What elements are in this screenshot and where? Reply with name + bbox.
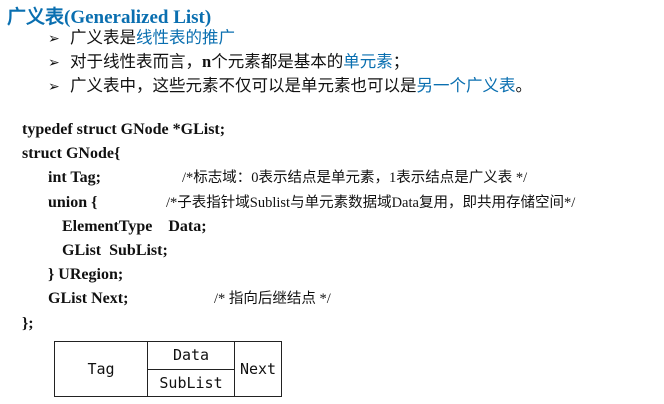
code-line: GList Next;/* 指向后继结点 */ (22, 287, 331, 311)
bullet-list: ➢ 广义表是线性表的推广 ➢ 对于线性表而言，n个元素都是基本的单元素； ➢ 广义表中… (48, 26, 532, 98)
code-line: ElementType Data; (62, 217, 207, 235)
slide-title: 广义表(Generalized List) (7, 7, 212, 28)
code-line: typedef struct GNode *GList; (22, 121, 226, 138)
bullet-highlight: 另一个广义表 (416, 76, 516, 95)
arrow-bullet-icon: ➢ (48, 56, 60, 71)
code-line: }; (22, 314, 34, 332)
gnode-structure-diagram: Tag Data Next SubList (54, 341, 282, 397)
bullet-highlight: 单元素 (343, 52, 393, 71)
code-line: } URegion; (48, 266, 124, 284)
arrow-bullet-icon: ➢ (48, 32, 60, 47)
bullet-text: 个元素都是基本的 (211, 52, 344, 71)
bullet-text: 广义表是 (70, 28, 136, 47)
code-line: union {/*子表指针域Sublist与单元素数据域Data复用，即共用存储… (22, 191, 575, 215)
bullet-item: ➢ 对于线性表而言，n个元素都是基本的单元素； (48, 50, 532, 74)
bullet-bold: n (202, 52, 212, 71)
bullet-item: ➢ 广义表中，这些元素不仅可以是单元素也可以是另一个广义表。 (48, 74, 532, 98)
sublist-cell: SubList (147, 368, 235, 397)
bullet-highlight: 线性表的推广 (136, 28, 235, 47)
code-line: int Tag;/*标志域：0表示结点是单元素，1表示结点是广义表 */ (22, 166, 527, 190)
bullet-text: 。 (515, 76, 533, 95)
code-comment: /*子表指针域Sublist与单元素数据域Data复用，即共用存储空间*/ (166, 194, 576, 211)
code-comment: /*标志域：0表示结点是单元素，1表示结点是广义表 */ (182, 170, 528, 187)
arrow-bullet-icon: ➢ (48, 80, 60, 95)
bullet-text: ； (392, 52, 410, 71)
bullet-text: 对于线性表而言， (70, 52, 202, 71)
code-line: struct GNode{ (22, 145, 121, 163)
next-cell: Next (234, 341, 282, 397)
code-line: GList SubList; (62, 241, 168, 259)
code-block: typedef struct GNode *GList; struct GNod… (22, 118, 575, 336)
code-comment: /* 指向后继结点 */ (214, 291, 331, 308)
bullet-item: ➢ 广义表是线性表的推广 (48, 26, 532, 50)
bullet-text: 广义表中，这些元素不仅可以是单元素也可以是 (70, 76, 417, 95)
tag-cell: Tag (54, 341, 148, 397)
data-cell: Data (147, 341, 235, 370)
